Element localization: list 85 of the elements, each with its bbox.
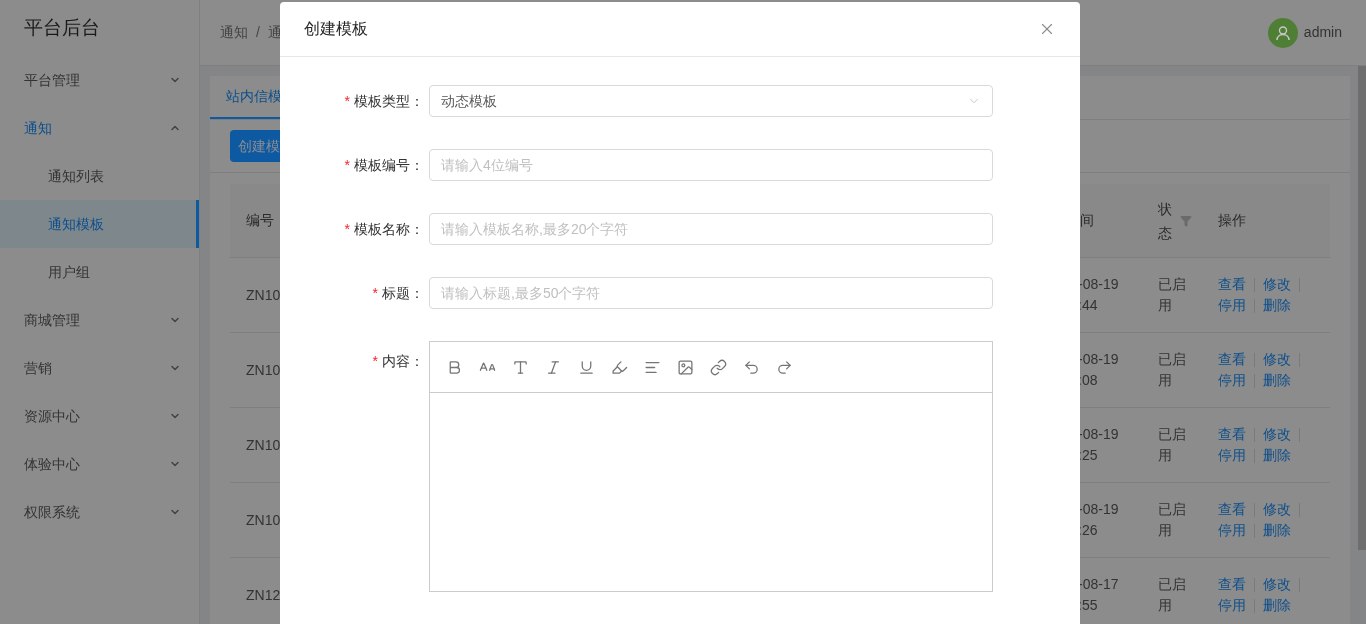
avatar[interactable] (1267, 17, 1298, 48)
breadcrumb-item[interactable]: 通 (267, 22, 282, 43)
table-cell: ZN10 (246, 511, 281, 528)
action-link[interactable]: 删除 (1263, 520, 1291, 541)
action-link[interactable]: 停用 (1218, 445, 1246, 466)
action-link[interactable]: 修改 (1263, 349, 1291, 370)
menu-item[interactable]: 平台管理 (0, 56, 199, 104)
column-header: 编号 (246, 211, 274, 230)
required-mark: * (344, 219, 350, 239)
field-label: 标题： (382, 283, 424, 303)
required-mark: * (372, 352, 378, 371)
table-cell-text: :08 (1078, 371, 1099, 390)
action-link[interactable]: 修改 (1263, 274, 1291, 295)
table-cell-text: 已启用 (1158, 275, 1187, 315)
table-cell-text: 已启用 (1158, 425, 1187, 465)
action-link[interactable]: 删除 (1263, 295, 1291, 316)
scrollbar[interactable] (1358, 66, 1366, 550)
action-link[interactable]: 查看 (1218, 499, 1246, 520)
redo-icon[interactable] (776, 358, 793, 376)
input-field[interactable]: 请输入模板名称,最多20个字符 (429, 213, 993, 245)
submenu-item[interactable]: 通知列表 (0, 152, 199, 200)
action-link[interactable]: 删除 (1263, 445, 1291, 466)
table-cell: ZN12 (246, 586, 281, 603)
action-link[interactable]: 修改 (1263, 574, 1291, 595)
submenu-item[interactable]: 通知模板 (0, 200, 199, 248)
table-cell-text: 已启用 (1158, 350, 1187, 390)
table-cell-text: -08-19 (1078, 350, 1120, 369)
column-header: 操作 (1218, 211, 1246, 230)
underline-icon[interactable] (578, 358, 595, 376)
table-cell: ZN10 (246, 436, 281, 453)
font-icon[interactable] (512, 358, 529, 376)
action-link[interactable]: 停用 (1218, 295, 1246, 316)
column-header: 状态 (1158, 199, 1173, 243)
action-link[interactable]: 删除 (1263, 370, 1291, 391)
menu-item[interactable]: 通知 (0, 104, 199, 152)
action-link[interactable]: 查看 (1218, 424, 1246, 445)
table-cell-text: 已启用 (1158, 500, 1187, 540)
table-cell-text: -08-19 (1078, 425, 1120, 444)
input-field[interactable]: 请输入4位编号 (429, 149, 993, 181)
username[interactable]: admin (1303, 22, 1342, 43)
italic-icon[interactable] (545, 358, 562, 376)
action-link[interactable]: 修改 (1263, 424, 1291, 445)
table-cell-text: -08-19 (1078, 275, 1120, 294)
image-icon[interactable] (677, 358, 694, 376)
table-cell-text: :25 (1078, 446, 1099, 465)
table-cell-text: :55 (1078, 596, 1099, 615)
action-link[interactable]: 修改 (1263, 499, 1291, 520)
undo-icon[interactable] (743, 358, 760, 376)
breadcrumb-separator: / (256, 23, 260, 42)
table-cell-text: 已启用 (1158, 575, 1187, 615)
action-link[interactable]: 查看 (1218, 274, 1246, 295)
table-cell-text: :26 (1078, 521, 1099, 540)
action-link[interactable]: 停用 (1218, 595, 1246, 616)
table-cell-text: -08-19 (1078, 500, 1120, 519)
menu-item[interactable]: 营销 (0, 344, 199, 392)
action-link[interactable]: 查看 (1218, 574, 1246, 595)
input-field[interactable]: 请输入标题,最多50个字符 (429, 277, 993, 309)
submenu-item[interactable]: 用户组 (0, 248, 199, 296)
menu-item[interactable]: 商城管理 (0, 296, 199, 344)
table-cell: ZN10 (246, 361, 281, 378)
user-icon (1274, 24, 1291, 41)
menu-item[interactable]: 体验中心 (0, 440, 199, 488)
table-cell: ZN10 (246, 286, 281, 303)
required-mark: * (344, 91, 350, 111)
action-link[interactable]: 停用 (1218, 370, 1246, 391)
link-icon[interactable] (710, 358, 727, 376)
action-link[interactable]: 停用 (1218, 520, 1246, 541)
field-label: 模板编号： (354, 155, 424, 175)
action-link[interactable]: 查看 (1218, 349, 1246, 370)
action-link[interactable]: 删除 (1263, 595, 1291, 616)
required-mark: * (372, 283, 378, 303)
table-cell-text: -08-17 (1078, 575, 1120, 594)
table-cell-text: :44 (1078, 296, 1099, 315)
required-mark: * (344, 155, 350, 175)
field-label: 模板类型： (354, 91, 424, 111)
modal-title: 创建模板 (304, 19, 368, 39)
highlighter-icon[interactable] (611, 358, 628, 376)
breadcrumb-item[interactable]: 通知 (220, 22, 248, 43)
menu-item[interactable]: 资源中心 (0, 392, 199, 440)
field-label: 内容： (382, 352, 424, 371)
template-type-select[interactable]: 动态模板 (429, 85, 993, 117)
field-label: 模板名称： (354, 219, 424, 239)
menu-item[interactable]: 权限系统 (0, 488, 199, 536)
app-title: 平台后台 (24, 15, 100, 40)
column-header: 间 (1080, 211, 1094, 230)
